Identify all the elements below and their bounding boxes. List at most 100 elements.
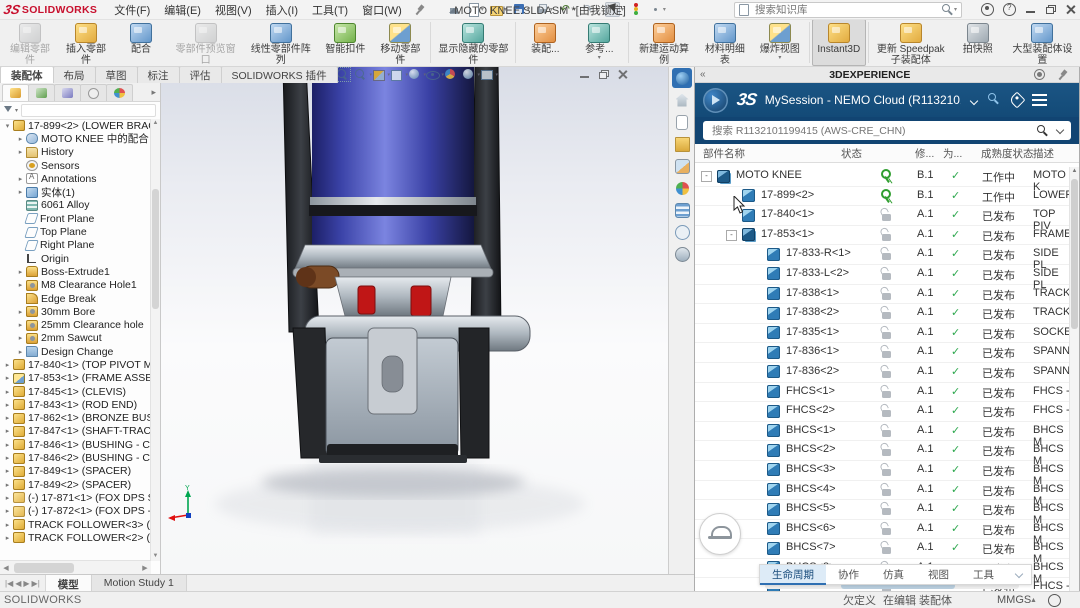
smart-fastener-button[interactable]: 智能扣件 xyxy=(318,19,372,66)
tree-item[interactable]: ▸17-840<1> (TOP PIVOT MO xyxy=(0,358,151,371)
mate-button[interactable]: 配合 xyxy=(114,19,168,66)
graphics-viewport[interactable]: ▾▾▾▾▾▾▾ Y xyxy=(160,66,668,575)
expander-icon[interactable]: ▸ xyxy=(16,321,25,329)
hide-show-items-icon[interactable]: ▾ xyxy=(426,68,440,81)
expander-icon[interactable]: ▸ xyxy=(3,374,12,382)
menu-1[interactable]: 编辑(E) xyxy=(157,2,208,18)
tree-item[interactable]: Edge Break xyxy=(0,292,151,305)
footer-tab-仿真[interactable]: 仿真 xyxy=(871,565,916,585)
session-title[interactable]: MySession - NEMO Cloud (R1132101... xyxy=(765,93,961,107)
column-header[interactable]: 修... xyxy=(915,146,934,161)
expander-icon[interactable]: ▸ xyxy=(3,361,12,369)
experience-search[interactable] xyxy=(703,121,1071,140)
expander-icon[interactable]: ▸ xyxy=(3,507,12,515)
table-row[interactable]: 17-836<2>A.1✓已发布SPANNE xyxy=(695,363,1070,383)
chevron-down-icon[interactable] xyxy=(970,98,979,105)
restore-window-icon[interactable] xyxy=(598,69,609,80)
pin-icon[interactable] xyxy=(1058,70,1068,80)
close-window-icon[interactable] xyxy=(617,69,628,80)
tab-display-manager[interactable] xyxy=(106,84,133,101)
knowledge-search-input[interactable] xyxy=(753,3,942,17)
shock-assembly-model[interactable] xyxy=(160,66,668,575)
tab-装配体[interactable]: 装配体 xyxy=(0,66,54,83)
prev-tab-icon[interactable]: ◀ xyxy=(15,579,21,588)
bom-button[interactable]: 材料明细表 xyxy=(697,19,753,66)
tag-icon[interactable] xyxy=(1008,92,1025,109)
table-row[interactable]: 17-835<1>A.1✓已发布SOCKE xyxy=(695,324,1070,344)
table-row[interactable]: -MOTO KNEEB.1✓工作中MOTO K xyxy=(695,167,1070,187)
knowledge-search[interactable]: ▾ xyxy=(734,2,962,18)
column-header[interactable]: 为... xyxy=(943,146,962,161)
expander-icon[interactable]: ▸ xyxy=(16,348,25,356)
table-vertical-scrollbar[interactable]: ▲ xyxy=(1069,167,1079,591)
tree-item[interactable]: Front Plane xyxy=(0,212,151,225)
table-row[interactable]: 17-838<1>A.1✓已发布TRACK- xyxy=(695,285,1070,305)
taskpane-tab-custom-properties[interactable] xyxy=(672,200,692,220)
taskpane-tab-notebook[interactable] xyxy=(672,112,692,132)
tree-item[interactable]: ▸17-846<1> (BUSHING - CLE xyxy=(0,438,151,451)
tab-布局[interactable]: 布局 xyxy=(53,66,96,83)
gear-icon[interactable] xyxy=(1034,69,1045,80)
dropdown-icon[interactable]: ▾ xyxy=(495,72,498,78)
view-orientation-icon[interactable]: ▾ xyxy=(390,68,404,81)
scroll-up-icon[interactable]: ▲ xyxy=(151,119,160,128)
tree-item[interactable]: ▸25mm Clearance hole xyxy=(0,318,151,331)
column-header[interactable]: 部件名称 xyxy=(703,146,745,161)
expander-icon[interactable]: ▸ xyxy=(16,281,25,289)
tree-item[interactable]: ▸Annotations xyxy=(0,172,151,185)
expander-icon[interactable]: ▸ xyxy=(3,521,12,529)
expander-icon[interactable]: ▸ xyxy=(16,148,25,156)
tree-item[interactable]: ▸2mm Sawcut xyxy=(0,332,151,345)
expander-icon[interactable]: ▸ xyxy=(3,454,12,462)
footer-tab-工具[interactable]: 工具 xyxy=(961,565,1006,585)
expander-icon[interactable]: ▸ xyxy=(3,414,12,422)
expander-icon[interactable]: ▸ xyxy=(3,494,12,502)
expander-icon[interactable]: ▸ xyxy=(3,427,12,435)
table-row[interactable]: BHCS<2>A.1✓已发布BHCS M xyxy=(695,441,1070,461)
exploded-view-button[interactable]: 爆炸视图▾ xyxy=(753,19,807,66)
scrollbar-thumb[interactable] xyxy=(14,563,74,573)
footer-tab-协作[interactable]: 协作 xyxy=(826,565,871,585)
table-row[interactable]: BHCS<4>A.1✓已发布BHCS M xyxy=(695,481,1070,501)
compass-icon[interactable] xyxy=(703,88,728,113)
tab-SOLIDWORKS 插件[interactable]: SOLIDWORKS 插件 xyxy=(221,66,338,83)
tree-item[interactable]: ▸TRACK FOLLOWER<2> (YOI xyxy=(0,531,151,544)
tree-item[interactable]: ▸MOTO KNEE 中的配合 xyxy=(0,132,151,145)
view-settings-icon[interactable]: ▾ xyxy=(480,68,494,81)
status-units[interactable]: MMGS xyxy=(997,594,1031,606)
scroll-down-icon[interactable]: ▼ xyxy=(151,552,160,561)
taskpane-tab-appearances[interactable] xyxy=(672,178,692,198)
table-row[interactable]: BHCS<3>A.1✓已发布BHCS M xyxy=(695,461,1070,481)
tab-草图[interactable]: 草图 xyxy=(95,66,138,83)
expander-icon[interactable]: ▸ xyxy=(3,467,12,475)
tree-item[interactable]: ▸17-862<1> (BRONZE BUSHI xyxy=(0,412,151,425)
close-icon[interactable] xyxy=(1065,4,1076,15)
assistant-helmet-button[interactable] xyxy=(699,513,741,555)
taskpane-tab-experience[interactable] xyxy=(672,68,692,88)
table-row[interactable]: 17-838<2>A.1✓已发布TRACK- xyxy=(695,304,1070,324)
tab-model[interactable]: 模型 xyxy=(46,575,92,592)
dropdown-icon[interactable]: ▾ xyxy=(84,53,87,64)
expander-icon[interactable]: ▸ xyxy=(3,388,12,396)
dropdown-icon[interactable]: ▾ xyxy=(399,53,402,64)
table-row[interactable]: BHCS<6>A.1✓已发布BHCS M xyxy=(695,520,1070,540)
expander-icon[interactable]: ▸ xyxy=(16,308,25,316)
taskpane-tab-file-explorer[interactable] xyxy=(672,134,692,154)
show-hidden-button[interactable]: 显示隐藏的零部件 xyxy=(433,19,513,66)
tree-item[interactable]: ▾17-899<2> (LOWER BRACK xyxy=(0,119,151,132)
expander-icon[interactable]: ▸ xyxy=(16,175,25,183)
tab-property-manager[interactable] xyxy=(28,84,55,101)
table-row[interactable]: BHCS<1>A.1✓已发布BHCS M xyxy=(695,422,1070,442)
large-assembly-button[interactable]: 大型装配体设置 xyxy=(1005,19,1080,66)
expander-icon[interactable]: - xyxy=(701,171,712,182)
menu-5[interactable]: 窗口(W) xyxy=(355,2,409,18)
taskpane-tab-settings[interactable] xyxy=(672,244,692,264)
restore-icon[interactable] xyxy=(1045,4,1056,15)
more-tabs-icon[interactable]: ▸ xyxy=(151,87,156,98)
tree-item[interactable]: ▸(-) 17-871<1> (FOX DPS SH xyxy=(0,491,151,504)
chevron-down-icon[interactable] xyxy=(1055,127,1064,134)
minimize-icon[interactable] xyxy=(1025,4,1036,15)
tree-item[interactable]: ▸17-853<1> (FRAME ASSEM xyxy=(0,372,151,385)
expander-icon[interactable]: ▾ xyxy=(3,122,12,130)
options-button[interactable]: ▾ xyxy=(646,2,669,17)
